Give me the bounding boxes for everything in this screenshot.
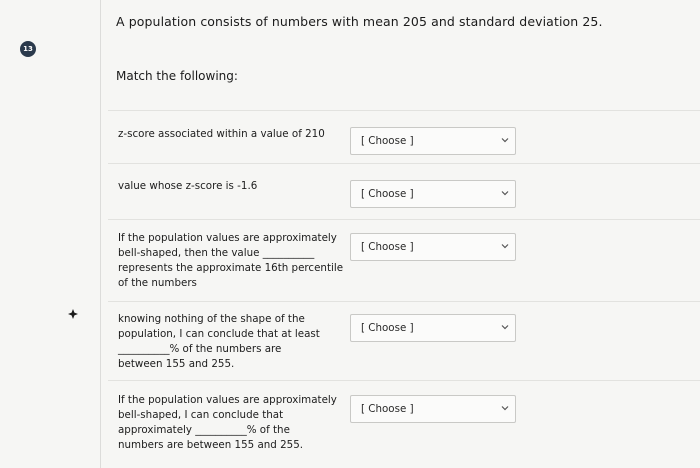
select-value: [ Choose ] (361, 135, 414, 147)
statement-line: __________% of the numbers are (118, 343, 282, 355)
chevron-down-icon (501, 325, 509, 330)
question-number-badge: 13 (20, 41, 36, 57)
row-divider (108, 301, 700, 302)
select-value: [ Choose ] (361, 241, 414, 253)
select-value: [ Choose ] (361, 188, 414, 200)
statement-line: value whose z-score is -1.6 (118, 180, 258, 192)
instruction-text: Match the following: (116, 69, 238, 83)
chevron-down-icon (501, 406, 509, 411)
statement-line: population, I can conclude that at least (118, 328, 320, 340)
statement-line: between 155 and 255. (118, 358, 235, 370)
match-item-5-statement: If the population values are approximate… (118, 393, 354, 453)
row-divider (108, 110, 700, 111)
match-item-3-statement: If the population values are approximate… (118, 231, 354, 291)
statement-line: represents the approximate 16th percenti… (118, 262, 344, 274)
statement-line: If the population values are approximate… (118, 232, 337, 244)
chevron-down-icon (501, 244, 509, 249)
match-item-2-select[interactable]: [ Choose ] (350, 180, 516, 208)
left-gutter-rule (100, 0, 101, 468)
match-item-1-select[interactable]: [ Choose ] (350, 127, 516, 155)
match-item-4-statement: knowing nothing of the shape of the popu… (118, 312, 354, 372)
statement-line: z-score associated within a value of 210 (118, 128, 325, 140)
chevron-down-icon (501, 191, 509, 196)
statement-line: numbers are between 155 and 255. (118, 439, 304, 451)
match-item-2-statement: value whose z-score is -1.6 (118, 179, 354, 194)
select-value: [ Choose ] (361, 403, 414, 415)
chevron-down-icon (501, 138, 509, 143)
statement-line: knowing nothing of the shape of the (118, 313, 305, 325)
question-text: A population consists of numbers with me… (116, 14, 603, 29)
row-divider (108, 163, 700, 164)
statement-line: approximately __________% of the (118, 424, 290, 436)
match-item-4-select[interactable]: [ Choose ] (350, 314, 516, 342)
statement-line: If the population values are approximate… (118, 394, 337, 406)
row-divider (108, 219, 700, 220)
match-item-3-select[interactable]: [ Choose ] (350, 233, 516, 261)
statement-line: bell-shaped, then the value __________ (118, 247, 315, 259)
select-value: [ Choose ] (361, 322, 414, 334)
match-item-1-statement: z-score associated within a value of 210 (118, 127, 354, 142)
match-item-5-select[interactable]: [ Choose ] (350, 395, 516, 423)
mouse-cursor-icon (68, 309, 78, 319)
statement-line: bell-shaped, I can conclude that (118, 409, 284, 421)
statement-line: of the numbers (118, 277, 197, 289)
row-divider (108, 380, 700, 381)
